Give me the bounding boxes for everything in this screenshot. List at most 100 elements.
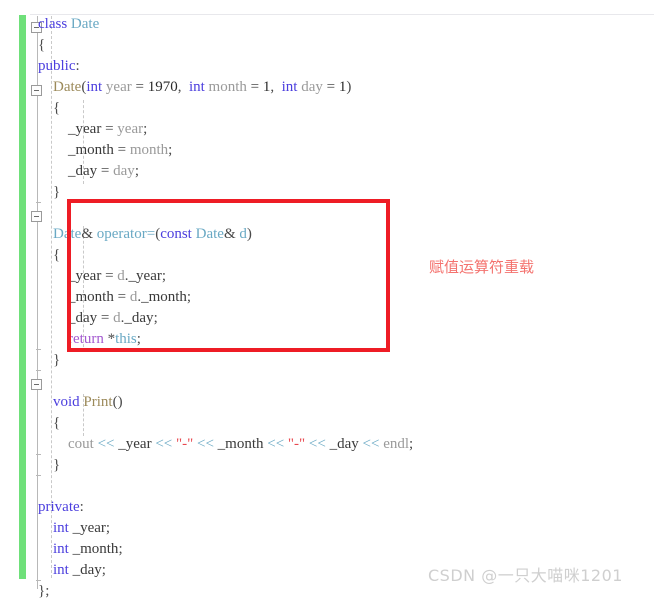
csdn-watermark: CSDN @一只大喵咪1201 xyxy=(428,566,623,585)
code-content[interactable]: class Date { public: Date(int year = 1970,… xyxy=(0,14,666,602)
code-token: = xyxy=(322,79,339,95)
code-line[interactable]: { xyxy=(0,98,666,119)
code-token: _year xyxy=(68,268,102,284)
code-token: ; xyxy=(101,562,106,578)
code-line[interactable] xyxy=(0,203,666,224)
code-token: ; xyxy=(118,541,123,557)
code-line[interactable]: { xyxy=(0,35,666,56)
code-line[interactable]: } xyxy=(0,350,666,371)
code-line[interactable]: class Date xyxy=(0,14,666,35)
code-token: int xyxy=(53,541,69,557)
code-token: << xyxy=(267,436,285,452)
code-token: month xyxy=(129,142,169,158)
code-token: _day xyxy=(72,562,102,578)
code-token: = xyxy=(101,268,118,284)
code-token: cout xyxy=(68,436,94,452)
code-token: }; xyxy=(38,583,50,599)
code-line[interactable]: _year = year; xyxy=(0,119,666,140)
code-line[interactable]: cout << _year << "-" << _month << "-" <<… xyxy=(0,434,666,455)
code-line[interactable] xyxy=(0,476,666,497)
code-token: day xyxy=(301,79,323,95)
code-line[interactable]: } xyxy=(0,455,666,476)
code-token: year xyxy=(117,121,144,137)
code-token: public xyxy=(38,58,76,74)
code-token: ; xyxy=(153,310,158,326)
code-token: << xyxy=(155,436,173,452)
code-token: ) xyxy=(346,79,352,95)
code-token: _day xyxy=(68,310,98,326)
code-token: * xyxy=(103,331,116,347)
code-token: _month xyxy=(72,541,119,557)
code-line[interactable]: Date(int year = 1970, int month = 1, int… xyxy=(0,77,666,98)
code-token: Date xyxy=(53,79,82,95)
code-token: ; xyxy=(168,142,173,158)
code-line[interactable]: return *this; xyxy=(0,329,666,350)
code-token: ; xyxy=(136,331,141,347)
code-line[interactable]: _year = d._year; xyxy=(0,266,666,287)
code-token: Date xyxy=(53,226,82,242)
code-token: _month xyxy=(141,289,187,305)
code-token: _month xyxy=(68,289,114,305)
code-line[interactable]: _day = d._day; xyxy=(0,308,666,329)
code-token: { xyxy=(53,100,61,116)
code-token: } xyxy=(53,457,61,473)
code-token: : xyxy=(79,499,84,515)
annotation-label: 赋值运算符重载 xyxy=(429,258,535,276)
code-token: "-" xyxy=(287,436,306,452)
code-line[interactable]: Date& operator=(const Date& d) xyxy=(0,224,666,245)
code-token: , xyxy=(177,79,189,95)
code-editor-view: class Date { public: Date(int year = 1970,… xyxy=(0,0,666,599)
code-token: day xyxy=(113,163,135,179)
code-line[interactable]: { xyxy=(0,245,666,266)
code-token: _day xyxy=(68,163,98,179)
code-line[interactable]: void Print() xyxy=(0,392,666,413)
code-line[interactable] xyxy=(0,371,666,392)
code-line[interactable]: _month = d._month; xyxy=(0,287,666,308)
code-token: endl xyxy=(383,436,410,452)
code-line[interactable]: _day = day; xyxy=(0,161,666,182)
code-token: _day xyxy=(124,310,154,326)
code-token: void xyxy=(53,394,80,410)
code-line[interactable]: { xyxy=(0,413,666,434)
code-token: & xyxy=(81,226,97,242)
code-token: = xyxy=(101,121,118,137)
code-token: _day xyxy=(329,436,359,452)
code-token: ; xyxy=(134,163,139,179)
code-token: { xyxy=(53,415,61,431)
code-token: { xyxy=(38,37,46,53)
code-line[interactable]: int _year; xyxy=(0,518,666,539)
code-token: , xyxy=(270,79,282,95)
code-line[interactable]: } xyxy=(0,182,666,203)
code-line[interactable]: private: xyxy=(0,497,666,518)
code-token: int xyxy=(188,79,205,95)
code-token: << xyxy=(308,436,326,452)
code-token: Date xyxy=(195,226,224,242)
code-token: d xyxy=(113,310,121,326)
code-token: << xyxy=(196,436,214,452)
code-token: _year xyxy=(128,268,162,284)
code-line[interactable]: public: xyxy=(0,56,666,77)
code-token: this xyxy=(115,331,137,347)
code-line[interactable]: int _month; xyxy=(0,539,666,560)
code-token: private xyxy=(38,499,80,515)
code-token: { xyxy=(53,247,61,263)
code-token: d xyxy=(239,226,247,242)
code-token: = xyxy=(97,310,114,326)
code-token: d xyxy=(117,268,125,284)
code-line[interactable]: _month = month; xyxy=(0,140,666,161)
code-token: ; xyxy=(409,436,414,452)
